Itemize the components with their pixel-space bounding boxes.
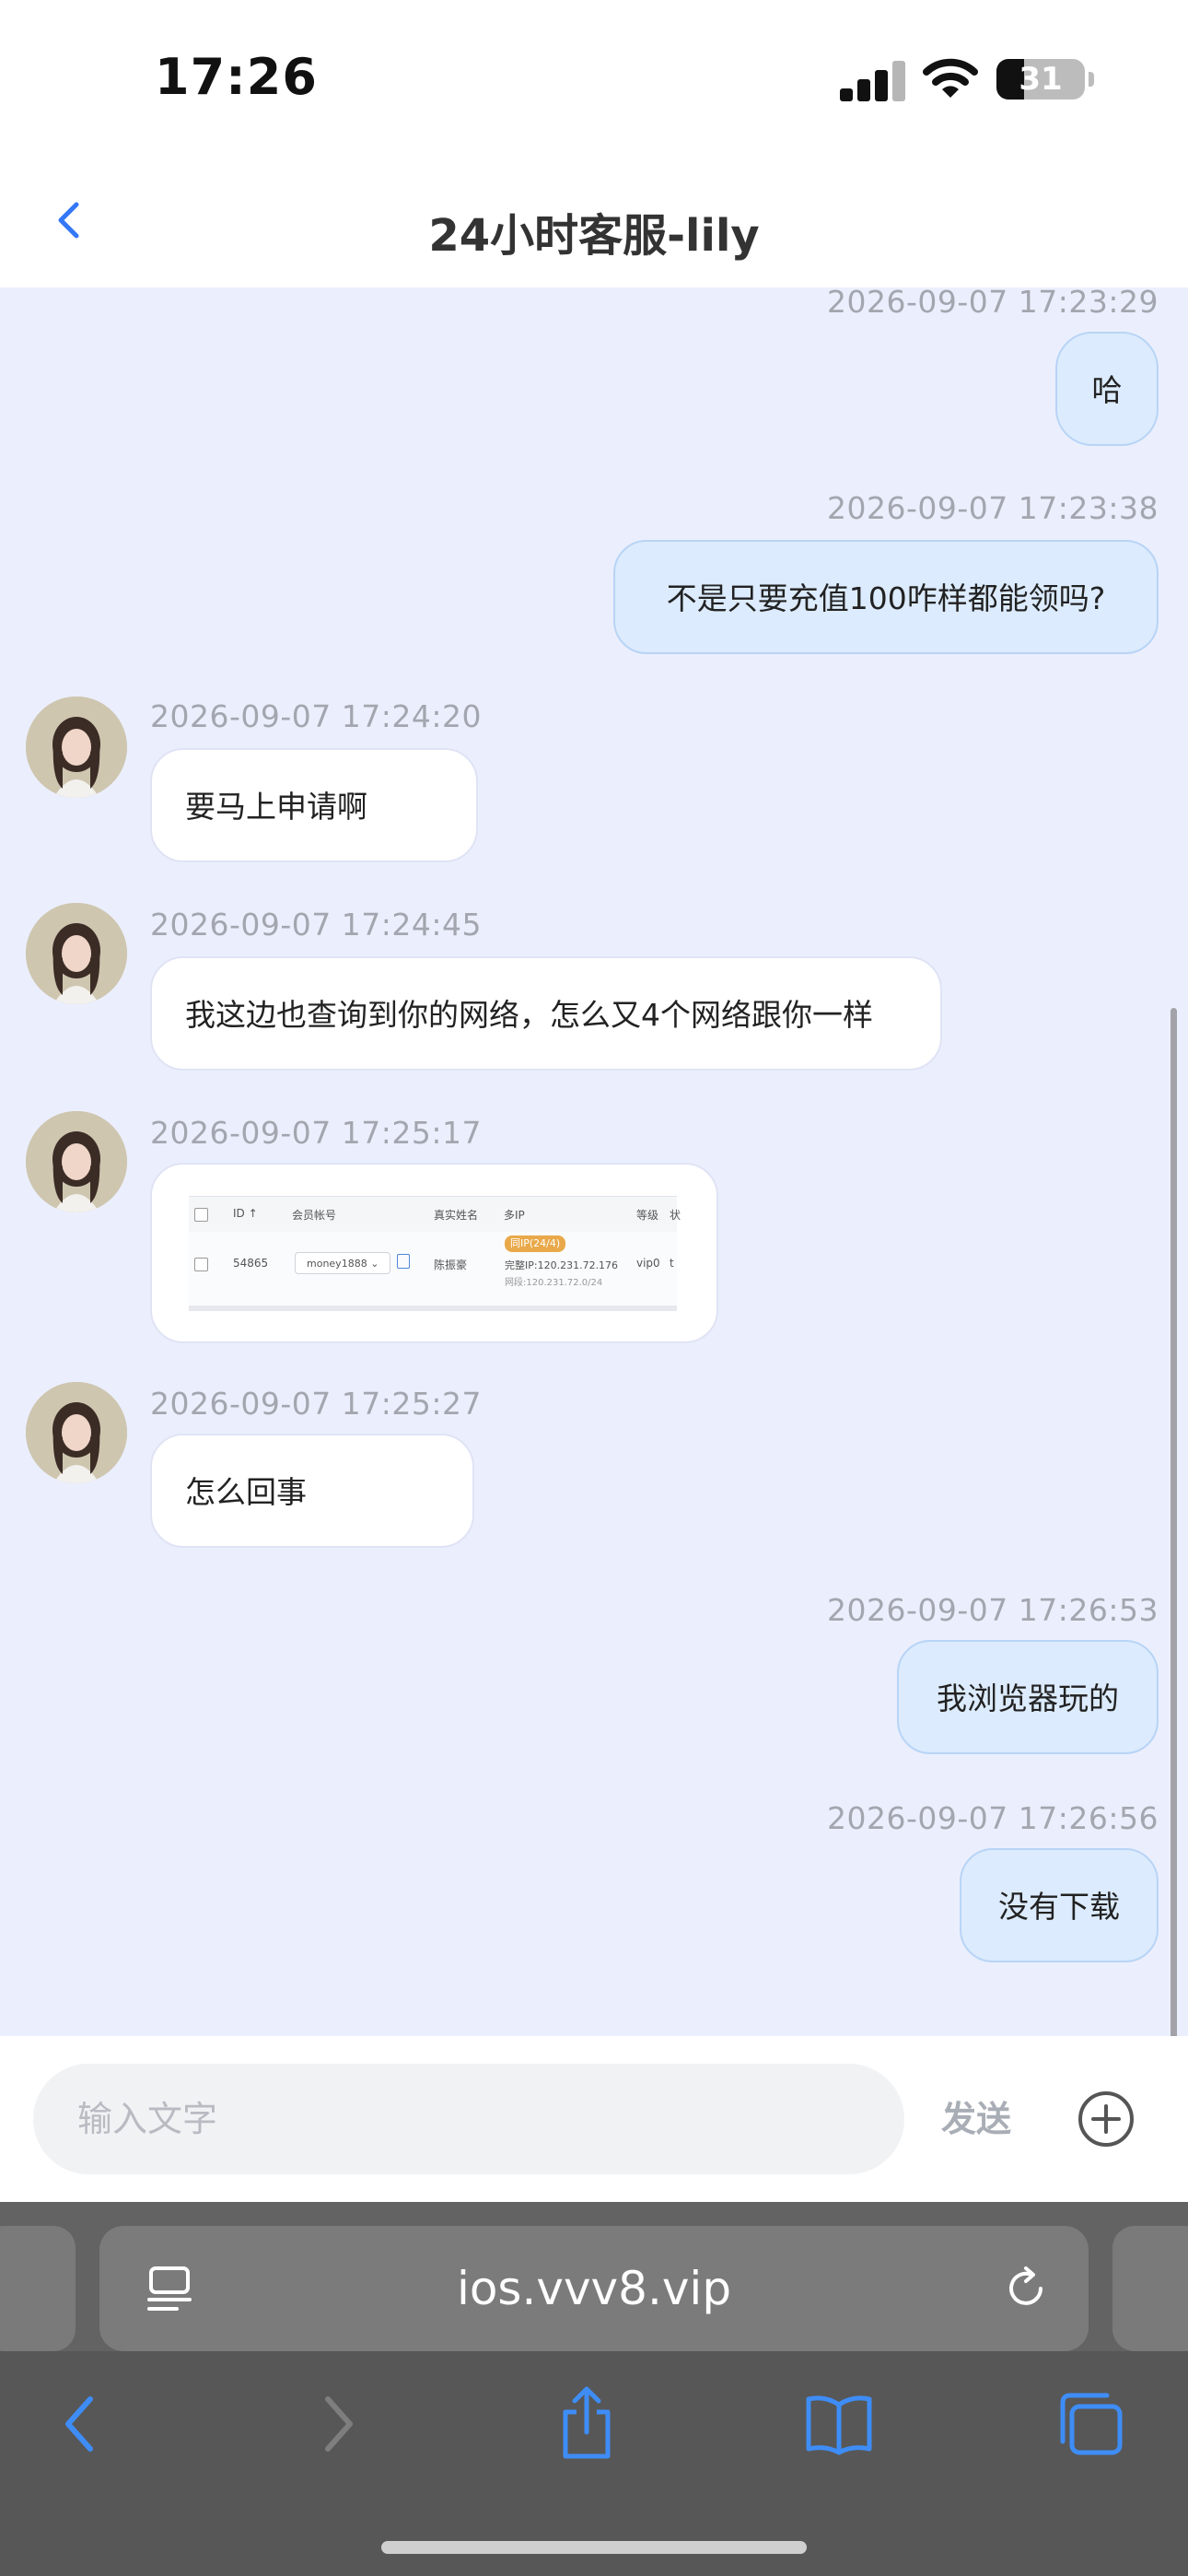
avatar-image [26, 903, 127, 1004]
table-header-cell: 会员帐号 [292, 1209, 337, 1222]
message-timestamp: 2026-09-07 17:25:27 [150, 1386, 482, 1422]
chat-messages[interactable]: 2026-09-07 17:23:29 哈 2026-09-07 17:23:3… [0, 287, 1188, 2036]
table-cell-id: 54865 [233, 1257, 269, 1270]
cellular-signal-icon [840, 59, 906, 101]
screenshot-table: ID ↑ 会员帐号 真实姓名 多IP 等级 状 54865 money1888 … [189, 1196, 681, 1311]
table-cell-extra: t [670, 1257, 674, 1270]
message-timestamp: 2026-09-07 17:24:45 [150, 907, 482, 943]
checkbox-icon [194, 1258, 208, 1271]
message-timestamp: 2026-09-07 17:25:17 [150, 1115, 482, 1151]
message-timestamp: 2026-09-07 17:23:29 [827, 287, 1159, 320]
battery-percent: 31 [1019, 61, 1063, 98]
message-input-bar: 输入文字 发送 [0, 2036, 1188, 2202]
incoming-message-bubble[interactable]: 怎么回事 [150, 1434, 474, 1548]
table-cell-account: money1888 ⌄ [295, 1252, 390, 1274]
table-header-cell: ID ↑ [233, 1207, 258, 1220]
share-icon[interactable] [556, 2384, 617, 2460]
table-cell-subnet: 网段:120.231.72.0/24 [505, 1278, 603, 1288]
message-timestamp: 2026-09-07 17:24:20 [150, 698, 482, 734]
table-header-cell: 多IP [504, 1209, 525, 1222]
table-cell-level: vip0 [636, 1257, 660, 1270]
book-icon[interactable] [803, 2392, 875, 2456]
browser-forward-icon[interactable] [315, 2392, 361, 2456]
avatar-image [26, 1111, 127, 1212]
outgoing-message-bubble[interactable]: 哈 [1055, 332, 1159, 446]
status-bar: 17:26 31 [0, 0, 1188, 157]
address-bar[interactable]: ios.vvv8.vip [99, 2226, 1089, 2351]
plus-circle-icon[interactable] [1077, 2090, 1135, 2148]
avatar-image [26, 1382, 127, 1483]
table-cell-name: 陈振豪 [434, 1259, 468, 1271]
url-text[interactable]: ios.vvv8.vip [99, 2226, 1089, 2351]
account-text: money1888 [307, 1258, 367, 1270]
message-input[interactable]: 输入文字 [33, 2064, 904, 2174]
page-title: 24小时客服-lily [428, 210, 760, 262]
message-timestamp: 2026-09-07 17:23:38 [827, 490, 1159, 526]
outgoing-message-bubble[interactable]: 我浏览器玩的 [897, 1640, 1159, 1754]
ip-badge: 同IP(24/4) [505, 1235, 566, 1252]
browser-address-area: ios.vvv8.vip [0, 2202, 1188, 2351]
checkbox-icon [194, 1208, 208, 1222]
message-timestamp: 2026-09-07 17:26:53 [827, 1592, 1159, 1628]
outgoing-message-bubble[interactable]: 没有下载 [960, 1848, 1159, 1962]
avatar[interactable] [26, 1111, 127, 1212]
outgoing-message-bubble[interactable]: 不是只要充值100咋样都能领吗? [613, 540, 1159, 654]
message-timestamp: 2026-09-07 17:26:56 [827, 1800, 1159, 1836]
home-indicator [381, 2541, 807, 2554]
send-button[interactable]: 发送 [941, 2064, 1011, 2174]
image-message-bubble[interactable]: ID ↑ 会员帐号 真实姓名 多IP 等级 状 54865 money1888 … [150, 1163, 718, 1343]
next-tab-preview[interactable] [1112, 2226, 1188, 2351]
copy-icon [397, 1254, 410, 1269]
wifi-icon [923, 58, 978, 98]
avatar[interactable] [26, 903, 127, 1004]
previous-tab-preview[interactable] [0, 2226, 76, 2351]
screenshot-table-header [189, 1197, 677, 1232]
incoming-message-bubble[interactable]: 我这边也查询到你的网络，怎么又4个网络跟你一样 [150, 956, 942, 1071]
table-header-cell: 状 [670, 1209, 681, 1222]
chat-header: 24小时客服-lily [0, 157, 1188, 287]
avatar[interactable] [26, 1382, 127, 1483]
avatar-image [26, 697, 127, 798]
browser-back-icon[interactable] [57, 2392, 103, 2456]
battery-icon: 31 [996, 59, 1085, 100]
table-cell-ip: 完整IP:120.231.72.176 [505, 1259, 619, 1271]
avatar[interactable] [26, 697, 127, 798]
scrollbar[interactable] [1171, 1008, 1177, 2193]
reload-icon[interactable] [1000, 2263, 1052, 2314]
table-header-cell: 真实姓名 [434, 1209, 479, 1222]
status-time: 17:26 [155, 48, 318, 106]
battery-cap [1089, 72, 1094, 87]
table-header-cell: 等级 [636, 1209, 659, 1222]
tabs-icon[interactable] [1055, 2392, 1125, 2456]
incoming-message-bubble[interactable]: 要马上申请啊 [150, 748, 478, 862]
